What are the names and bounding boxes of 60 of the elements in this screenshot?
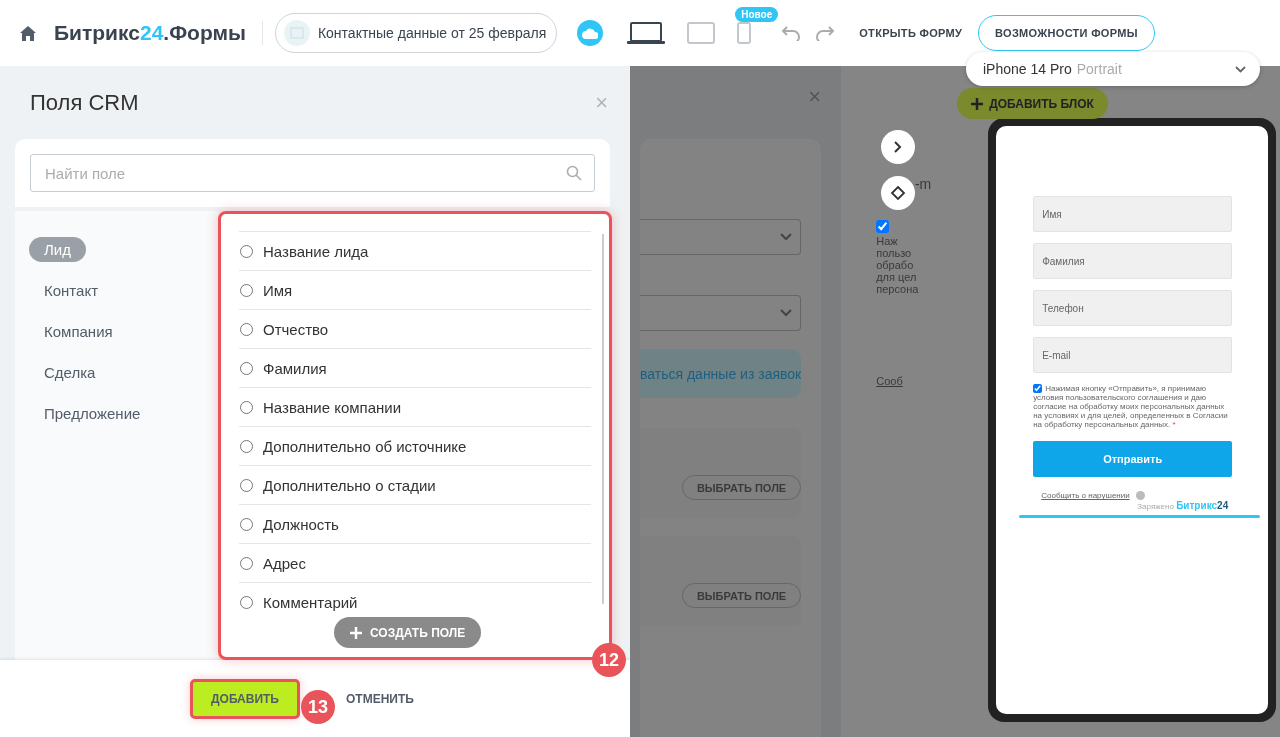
- field-option[interactable]: Фамилия: [239, 348, 591, 387]
- select-field[interactable]: [640, 295, 802, 331]
- add-button[interactable]: ДОБАВИТЬ: [190, 678, 300, 719]
- rotate-icon: [890, 185, 907, 201]
- entity-item[interactable]: Контакт: [29, 278, 113, 303]
- logo: Битрикс24.Формы: [54, 21, 263, 45]
- info-banner: ваться данные из заявок: [640, 349, 802, 398]
- image-icon: [283, 20, 310, 46]
- chevron-down-icon: [1235, 65, 1246, 73]
- entity-item[interactable]: Предложение: [29, 401, 156, 426]
- entity-item[interactable]: Компания: [29, 319, 128, 344]
- form-features-button[interactable]: ВОЗМОЖНОСТИ ФОРМЫ: [978, 15, 1155, 51]
- field-option[interactable]: Отчество: [239, 309, 591, 348]
- redo-icon[interactable]: [815, 25, 836, 41]
- consent-fragment: персона: [876, 283, 920, 295]
- plus-icon: [350, 626, 362, 639]
- input-field[interactable]: E-mail: [1033, 337, 1233, 373]
- consent-fragment: Наж: [876, 235, 899, 247]
- add-block-button[interactable]: ДОБАВИТЬ БЛОК: [957, 88, 1108, 119]
- field-option[interactable]: Должность: [239, 504, 591, 543]
- field-option[interactable]: Название лида: [239, 231, 591, 270]
- device-select[interactable]: iPhone 14 Pro Portrait: [966, 52, 1260, 86]
- field-fragment: -m: [913, 178, 932, 190]
- create-field-button[interactable]: СОЗДАТЬ ПОЛЕ: [334, 617, 482, 648]
- powered-by: Заряжено Битрикс24: [1136, 500, 1229, 512]
- input-field[interactable]: Телефон: [1033, 290, 1233, 326]
- search-field[interactable]: Найти поле: [43, 163, 566, 183]
- chevron-down-icon: [780, 309, 793, 317]
- input-field[interactable]: Имя: [1033, 196, 1233, 232]
- field-option[interactable]: Дополнительно о стадии: [239, 465, 591, 504]
- consent-text: Нажимая кнопку «Отправить», я принимаю условия пользовательского соглашения и даю согласие на обработку моих персональных данных на условиях и для целей, определенных в Согласии на обработку персональных данных. *: [1033, 384, 1229, 430]
- chevron-down-icon: [780, 233, 793, 241]
- input-field[interactable]: Фамилия: [1033, 243, 1233, 279]
- panel-title: Поля CRM: [30, 89, 139, 116]
- search-icon: [566, 165, 582, 181]
- home-icon[interactable]: [20, 25, 36, 41]
- cancel-button[interactable]: ОТМЕНИТЬ: [339, 690, 420, 707]
- entity-item[interactable]: Сделка: [29, 360, 111, 385]
- report-link[interactable]: Сообщить о нарушении: [1041, 491, 1130, 501]
- field-option[interactable]: Имя: [239, 270, 591, 309]
- undo-icon[interactable]: [781, 25, 802, 41]
- consent-fragment: пользо: [876, 247, 913, 259]
- consent-checkbox[interactable]: [1033, 384, 1043, 394]
- select-field[interactable]: [640, 219, 802, 255]
- plus-icon: [971, 97, 984, 110]
- consent-fragment: обрабо: [876, 259, 915, 271]
- laptop-icon[interactable]: [627, 21, 666, 45]
- search-field[interactable]: Найти поле: [30, 154, 595, 192]
- next-button[interactable]: [881, 130, 916, 164]
- help-icon: [1135, 491, 1145, 501]
- new-badge: Новое: [735, 7, 779, 22]
- rotate-button[interactable]: [881, 176, 916, 210]
- field-option[interactable]: Дополнительно об источнике: [239, 426, 591, 465]
- chevron-right-icon: [894, 141, 903, 153]
- open-form-link[interactable]: ОТКРЫТЬ ФОРМУ: [859, 27, 963, 39]
- cloud-icon[interactable]: [577, 20, 604, 46]
- field-option[interactable]: Название компании: [239, 387, 591, 426]
- consent-fragment: для цел: [876, 271, 918, 283]
- field-option[interactable]: Адрес: [239, 543, 591, 582]
- checkbox[interactable]: [876, 220, 890, 233]
